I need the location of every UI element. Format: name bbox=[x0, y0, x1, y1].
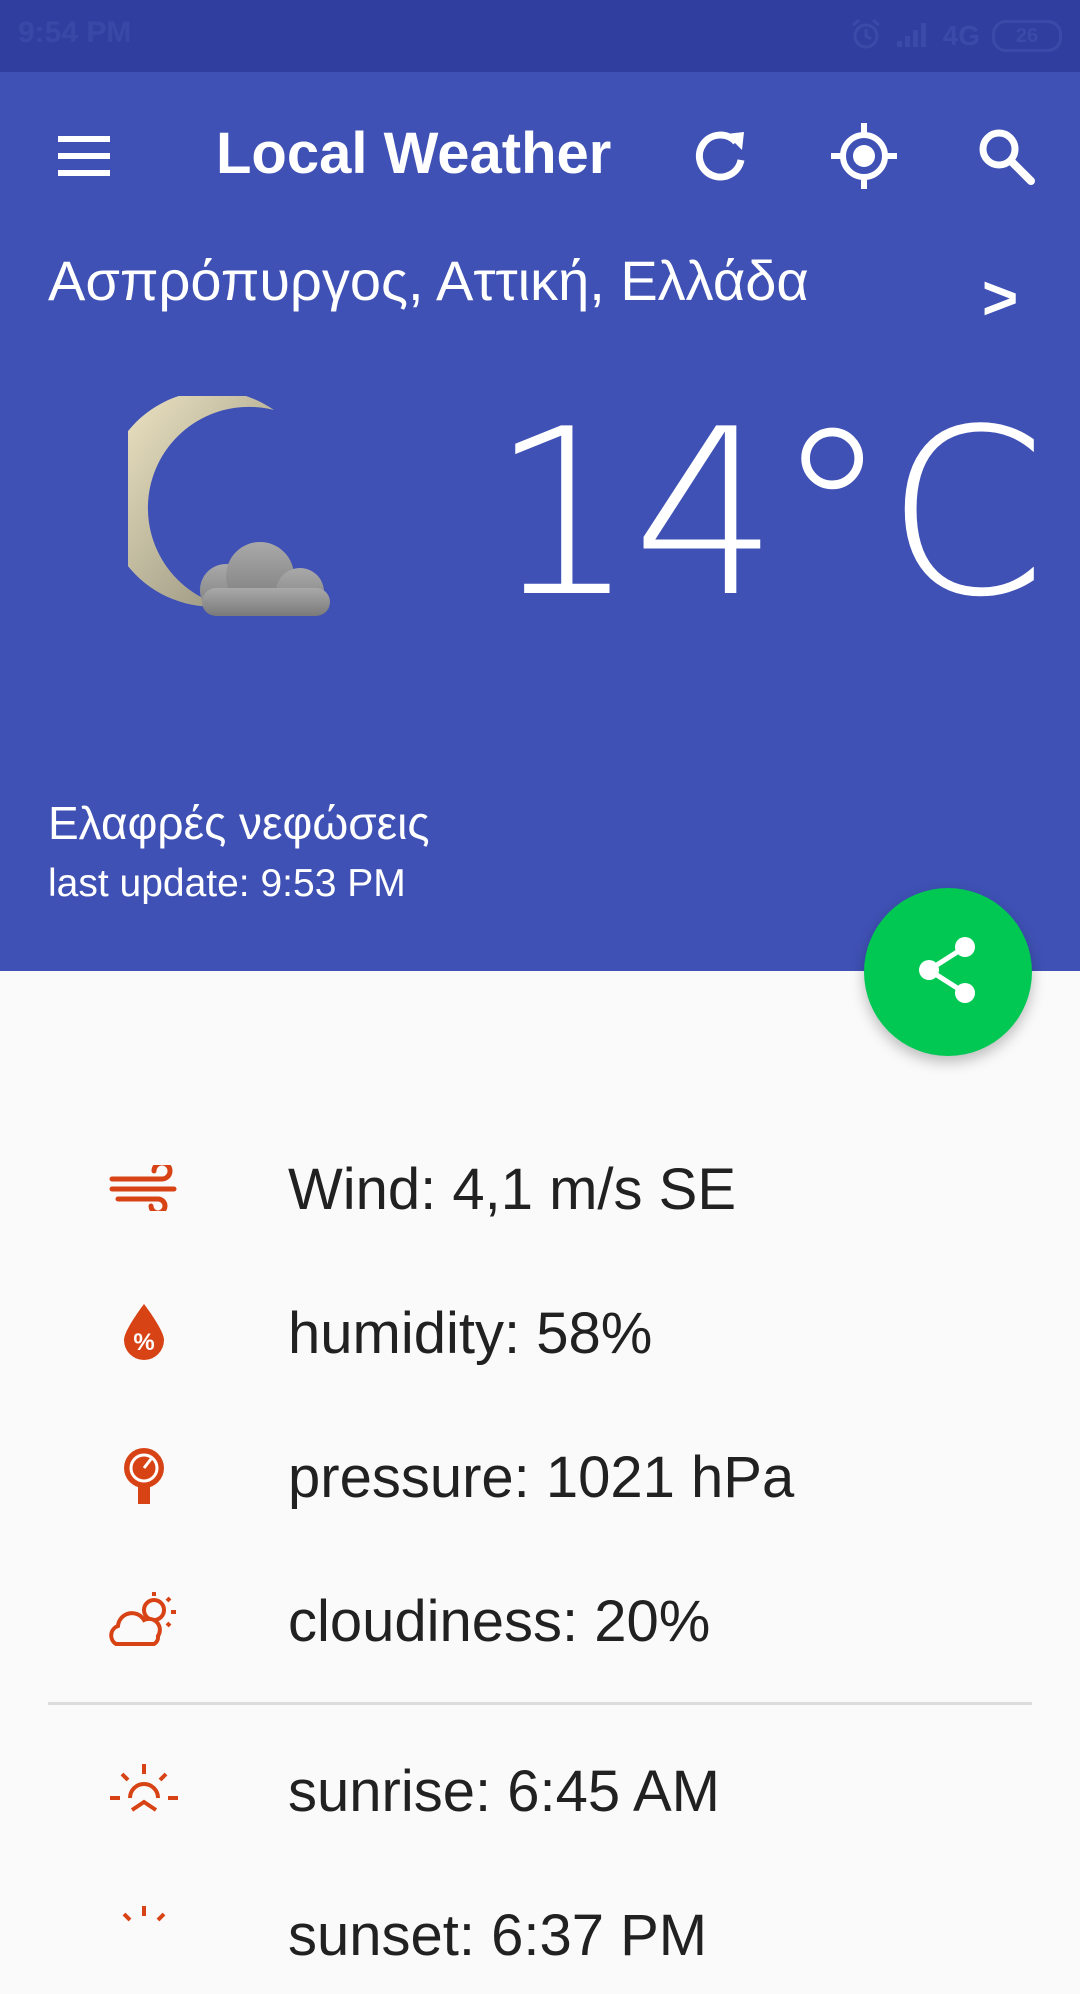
sunrise-icon bbox=[104, 1760, 184, 1820]
status-icons: 4G 26 bbox=[849, 14, 1062, 58]
sunset-icon bbox=[104, 1904, 184, 1964]
detail-row-cloudiness: cloudiness: 20% bbox=[0, 1560, 1080, 1680]
weather-description: Ελαφρές νεφώσεις bbox=[48, 797, 430, 849]
alarm-icon bbox=[849, 17, 883, 56]
status-bar: 9:54 PM 4G 26 bbox=[0, 0, 1080, 72]
detail-row-pressure: pressure: 1021 hPa bbox=[0, 1416, 1080, 1536]
pressure-text: pressure: 1021 hPa bbox=[288, 1445, 795, 1510]
my-location-icon[interactable] bbox=[826, 118, 902, 194]
wind-icon bbox=[104, 1158, 184, 1218]
signal-icon bbox=[895, 19, 931, 54]
detail-row-sunset: sunset: 6:37 PM bbox=[0, 1874, 1080, 1994]
next-location-button[interactable]: > bbox=[982, 268, 1018, 330]
svg-text:%: % bbox=[133, 1329, 154, 1356]
search-icon[interactable] bbox=[970, 120, 1042, 192]
location-name: Ασπρόπυργος, Αττική, Ελλάδα bbox=[48, 249, 809, 312]
share-button[interactable] bbox=[864, 888, 1032, 1056]
last-update: last update: 9:53 PM bbox=[48, 862, 406, 905]
wind-text: Wind: 4,1 m/s SE bbox=[288, 1157, 737, 1222]
humidity-icon: % bbox=[104, 1302, 184, 1362]
sunset-text: sunset: 6:37 PM bbox=[288, 1903, 708, 1968]
detail-row-humidity: % humidity: 58% bbox=[0, 1272, 1080, 1392]
temperature: 14°C bbox=[490, 381, 1046, 648]
cloudiness-icon bbox=[104, 1590, 184, 1650]
sunrise-text: sunrise: 6:45 AM bbox=[288, 1759, 720, 1824]
divider bbox=[48, 1702, 1032, 1705]
detail-row-wind: Wind: 4,1 m/s SE bbox=[0, 1128, 1080, 1248]
humidity-text: humidity: 58% bbox=[288, 1301, 653, 1366]
refresh-icon[interactable] bbox=[684, 120, 756, 192]
share-icon bbox=[915, 935, 981, 1010]
battery-indicator: 26 bbox=[992, 20, 1062, 52]
pressure-icon bbox=[104, 1446, 184, 1506]
cloudiness-text: cloudiness: 20% bbox=[288, 1589, 711, 1654]
moon-cloud-icon bbox=[104, 390, 368, 651]
network-type: 4G bbox=[942, 20, 980, 51]
app-title: Local Weather bbox=[216, 121, 612, 186]
menu-icon[interactable] bbox=[48, 120, 120, 192]
status-time: 9:54 PM bbox=[18, 16, 132, 49]
detail-row-sunrise: sunrise: 6:45 AM bbox=[0, 1730, 1080, 1850]
